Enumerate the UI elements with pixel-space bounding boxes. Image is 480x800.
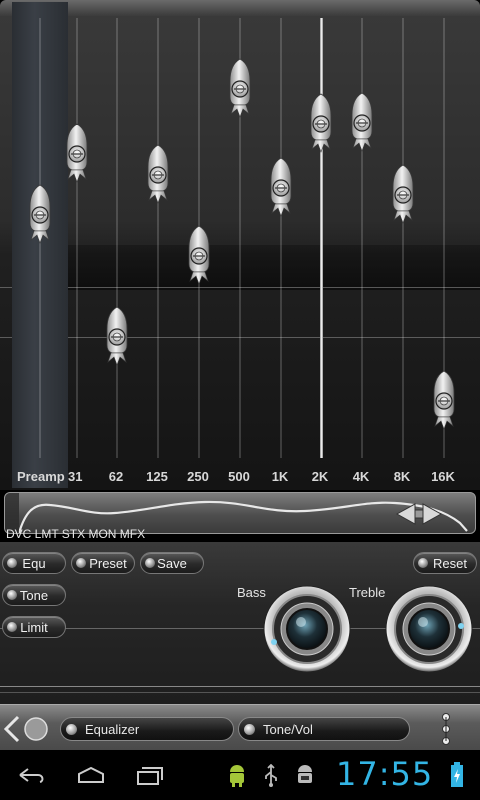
band-31-label: 31 [68, 469, 83, 484]
android-debug-icon [226, 762, 248, 793]
band-125-label: 125 [146, 469, 168, 484]
band-250-label: 250 [187, 469, 209, 484]
band-500-label: 500 [228, 469, 250, 484]
band-250-slider-knob[interactable] [184, 224, 214, 286]
band-125-slider-knob[interactable] [143, 143, 173, 205]
equ-button-label: Equ [22, 555, 46, 571]
divider [0, 686, 480, 687]
equalizer-panel: Preamp 31 62 125 250 500 1K 2K 4K 8K 16K [0, 0, 480, 490]
bass-dial[interactable] [262, 584, 352, 674]
back-arrow-graphic [3, 715, 48, 743]
divider [0, 692, 480, 693]
preamp-slider-knob[interactable] [25, 183, 55, 245]
recent-apps-icon[interactable] [136, 766, 164, 791]
android-notification-icon [294, 762, 316, 793]
shade-band [68, 245, 480, 290]
band-4k-rail[interactable] [361, 18, 363, 458]
tab-tone-vol[interactable]: Tone/Vol [238, 717, 410, 741]
back-arrow-icon[interactable] [3, 713, 48, 745]
reset-button-label: Reset [433, 555, 467, 571]
band-16k-label: 16K [431, 469, 455, 484]
band-4k-label: 4K [352, 469, 370, 484]
band-31-rail[interactable] [76, 18, 78, 458]
tone-button-label: Tone [19, 587, 49, 603]
band-31-slider-knob[interactable] [62, 122, 92, 184]
equ-button[interactable]: Equ [2, 552, 66, 574]
overflow-menu-graphic [442, 713, 450, 745]
preamp-label: Preamp [17, 469, 65, 484]
led-icon [145, 558, 155, 568]
bottom-toolbar: Equalizer Tone/Vol [0, 704, 480, 750]
tab-equalizer-label: Equalizer [85, 721, 140, 737]
preset-button-label: Preset [89, 555, 127, 571]
band-16k-slider-knob[interactable] [429, 369, 459, 431]
dial-graphic [385, 585, 473, 673]
save-button-label: Save [157, 555, 187, 571]
limit-button[interactable]: Limit [2, 616, 66, 638]
band-125-rail[interactable] [157, 18, 159, 458]
led-icon [7, 590, 17, 600]
overflow-menu-icon[interactable] [438, 711, 454, 747]
tab-equalizer[interactable]: Equalizer [60, 717, 234, 741]
band-1k-slider-knob[interactable] [266, 156, 296, 218]
led-icon [7, 558, 17, 568]
back-nav-icon[interactable] [18, 766, 46, 789]
led-icon [76, 558, 86, 568]
band-8k-label: 8K [393, 469, 411, 484]
reset-button[interactable]: Reset [413, 552, 477, 574]
led-icon [244, 724, 255, 735]
save-button[interactable]: Save [140, 552, 204, 574]
band-2k-label: 2K [311, 469, 329, 484]
seek-handle-icon [395, 503, 443, 525]
panel-top-edge [0, 0, 480, 16]
band-62-slider-knob[interactable] [102, 305, 132, 367]
tone-button[interactable]: Tone [2, 584, 66, 606]
band-4k-slider-knob[interactable] [347, 91, 377, 153]
limit-button-label: Limit [20, 619, 48, 635]
effect-flags: DVC LMT STX MON MFX [6, 527, 146, 541]
dial-graphic [263, 585, 351, 673]
band-2k-slider-knob[interactable] [306, 92, 336, 154]
band-8k-slider-knob[interactable] [388, 163, 418, 225]
tab-tone-vol-label: Tone/Vol [263, 721, 313, 737]
home-nav-icon[interactable] [76, 766, 106, 789]
treble-dial[interactable] [384, 584, 474, 674]
led-icon [7, 622, 17, 632]
seek-handle[interactable] [393, 501, 445, 527]
usb-icon [262, 763, 280, 793]
control-panel: Equ Preset Save Reset Tone Limit Bass Tr… [0, 542, 480, 704]
battery-icon [450, 762, 464, 793]
band-62-label: 62 [108, 469, 124, 484]
clock: 17:55 [336, 755, 434, 793]
band-500-slider-knob[interactable] [225, 57, 255, 119]
band-62-rail[interactable] [116, 18, 118, 458]
led-icon [418, 558, 428, 568]
led-icon [66, 724, 77, 735]
preset-button[interactable]: Preset [71, 552, 135, 574]
band-8k-rail[interactable] [402, 18, 404, 458]
band-2k-rail[interactable] [320, 18, 323, 458]
band-1k-rail[interactable] [280, 18, 282, 458]
treble-label: Treble [349, 585, 386, 600]
